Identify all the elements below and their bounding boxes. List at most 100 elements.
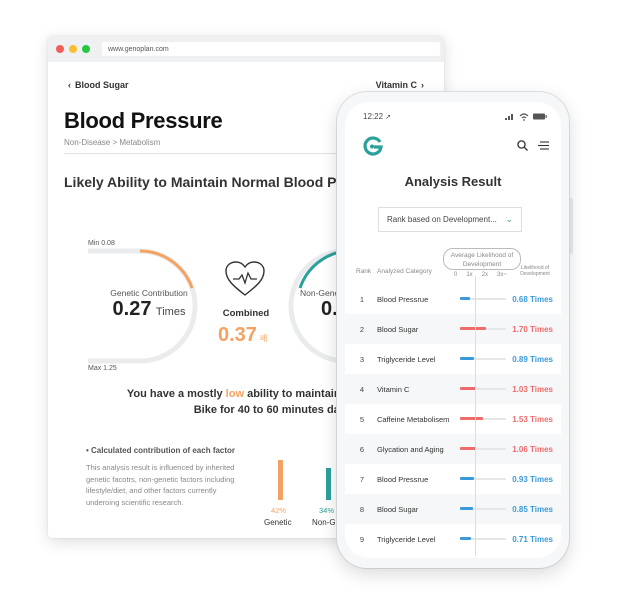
likelihood-scale: 0 1x 2x 3x~ (454, 272, 507, 278)
likelihood-bar (460, 477, 475, 480)
rank-number: 9 (359, 534, 365, 544)
contribution-bar (278, 460, 283, 500)
rank-number: 1 (359, 294, 365, 304)
browser-toolbar: www.genoplan.com (48, 36, 444, 62)
non-genetic-label: Non-Gene (300, 288, 340, 298)
combined-unit: 배 (259, 334, 268, 343)
list-item[interactable]: 2 Blood Sugar 1.70 Times (345, 314, 561, 344)
list-item[interactable]: 3 Triglyceride Level 0.89 Times (345, 344, 561, 374)
summary-pre: You have a mostly (126, 388, 226, 400)
likelihood-value: 1.03 Times (512, 384, 553, 394)
likelihood-track (460, 447, 506, 450)
list-item[interactable]: 5 Caffeine Metabolisem 1.53 Times (345, 404, 561, 434)
category-name: Triglyceride Level (377, 534, 436, 544)
category-name: Vitamin C (377, 384, 410, 394)
likelihood-bar (460, 447, 477, 450)
close-window-button[interactable] (56, 45, 64, 53)
rank-number: 6 (359, 444, 365, 454)
combined-value: 0.37 (218, 324, 257, 346)
likelihood-value: 0.71 Times (512, 534, 553, 544)
prev-topic-link[interactable]: ‹ Blood Sugar (64, 80, 129, 90)
scale-tick: 3x~ (497, 272, 507, 278)
average-line (475, 276, 476, 556)
section-title: Likely Ability to Maintain Normal Blood … (64, 174, 358, 190)
category-name: Caffeine Metabolisem (377, 414, 450, 424)
col-rank-header: Rank (356, 268, 372, 275)
likelihood-track (460, 507, 506, 510)
category-name: Glycation and Aging (377, 444, 444, 454)
page-title: Blood Pressure (64, 108, 223, 133)
col-category-header: Analyzed Category (377, 268, 432, 275)
list-item[interactable]: 4 Vitamin C 1.03 Times (345, 374, 561, 404)
likelihood-value: 1.53 Times (512, 414, 553, 424)
likelihood-bar (460, 417, 484, 420)
heart-rate-icon (225, 261, 265, 296)
likelihood-track (460, 417, 506, 420)
genetic-unit: Times (155, 306, 186, 318)
category-name: Triglyceride Level (377, 354, 436, 364)
contribution-bar (326, 467, 331, 500)
analysis-title: Analysis Result (404, 174, 502, 189)
battery-icon (533, 113, 547, 120)
category-name: Blood Pressrue (377, 474, 429, 484)
category-name: Blood Sugar (377, 504, 419, 514)
maximize-window-button[interactable] (82, 45, 90, 53)
minimize-window-button[interactable] (69, 45, 77, 53)
contribution-label: Genetic (264, 518, 292, 527)
category-name: Blood Pressrue (377, 294, 429, 304)
likelihood-value: 1.06 Times (512, 444, 553, 454)
category-name: Blood Sugar (377, 324, 419, 334)
search-icon[interactable] (517, 140, 528, 151)
phone-side-button (569, 198, 573, 254)
address-bar[interactable]: www.genoplan.com (102, 42, 440, 56)
genoplan-logo-icon[interactable] (363, 136, 383, 156)
prev-topic-label: Blood Sugar (75, 80, 129, 90)
rank-number: 3 (359, 354, 365, 364)
signal-icon (505, 114, 513, 120)
wifi-icon (519, 112, 529, 121)
likelihood-bar (460, 507, 474, 510)
likelihood-track (460, 477, 506, 480)
list-item[interactable]: 1 Blood Pressrue 0.68 Times (345, 284, 561, 314)
scale-tick: 0 (454, 272, 458, 278)
contribution-label: Non-Ge (312, 518, 341, 527)
results-list: 1 Blood Pressrue 0.68 Times 2 Blood Sugar 1.7… (345, 284, 561, 554)
rank-number: 2 (359, 324, 365, 334)
likelihood-track (460, 327, 506, 330)
list-item[interactable]: 7 Blood Pressrue 0.93 Times (345, 464, 561, 494)
summary-highlight: low (225, 388, 245, 400)
chevron-right-icon: › (421, 80, 424, 90)
likelihood-value: 0.68 Times (512, 294, 553, 304)
rank-number: 7 (359, 474, 365, 484)
contribution-percent: 42% (271, 506, 287, 515)
next-topic-link[interactable]: Vitamin C › (376, 80, 428, 90)
likelihood-track (460, 537, 506, 540)
rank-number: 5 (359, 414, 365, 424)
menu-icon[interactable] (538, 141, 549, 150)
list-item[interactable]: 9 Triglyceride Level 0.71 Times (345, 524, 561, 554)
phone-screen: 12:22 ➚ Analysis Result Rank based on De… (345, 102, 561, 558)
likelihood-value: 1.70 Times (512, 324, 553, 334)
chevron-left-icon: ‹ (68, 80, 71, 90)
likelihood-bar (460, 387, 476, 390)
likelihood-bar (460, 537, 471, 540)
calc-description: This analysis result is influenced by in… (86, 463, 235, 507)
scale-tick: 1x (466, 272, 473, 278)
rank-dropdown[interactable]: Rank based on Development... ⌄ (378, 207, 522, 232)
likelihood-value: 0.93 Times (512, 474, 553, 484)
likelihood-value: 0.89 Times (512, 354, 553, 364)
next-topic-label: Vitamin C (375, 80, 417, 90)
likelihood-bar (460, 357, 474, 360)
likelihood-value: 0.85 Times (512, 504, 553, 514)
genetic-label: Genetic Contribution (110, 288, 188, 298)
likelihood-bar (460, 327, 487, 330)
list-item[interactable]: 8 Blood Sugar 0.85 Times (345, 494, 561, 524)
contribution-percent: 34% (319, 506, 335, 515)
list-item[interactable]: 6 Glycation and Aging 1.06 Times (345, 434, 561, 464)
chevron-down-icon: ⌄ (505, 214, 513, 224)
col-likelihood-header: Likelihood of Development (520, 265, 550, 277)
likelihood-track (460, 357, 506, 360)
gauge-max-label: Max 1.25 (88, 365, 117, 372)
calc-title: • Calculated contribution of each factor (86, 446, 236, 455)
rank-number: 4 (359, 384, 365, 394)
